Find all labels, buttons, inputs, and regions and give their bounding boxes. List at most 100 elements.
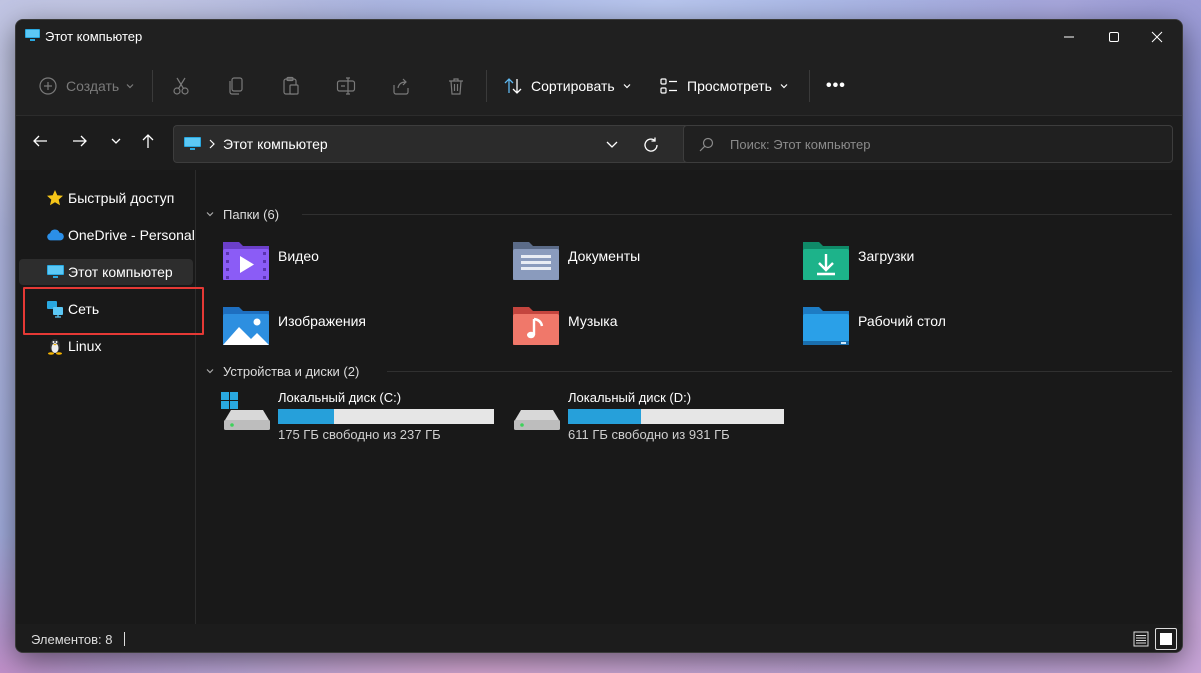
copy-icon (229, 77, 243, 95)
navigation-bar: Этот компьютер Поиск: Этот компьютер (16, 116, 1182, 170)
maximize-button[interactable] (1091, 20, 1137, 54)
sort-label: Сортировать (531, 78, 615, 94)
back-button[interactable] (26, 130, 54, 152)
toolbar-divider (152, 70, 153, 102)
sidebar-item-quick-access[interactable]: Быстрый доступ (19, 185, 193, 211)
sidebar-item-label: Linux (68, 338, 102, 354)
folders-section-header[interactable]: Папки (6) (205, 204, 279, 224)
folder-documents[interactable]: Документы (511, 236, 791, 292)
drive-icon (221, 392, 270, 430)
computer-icon (46, 263, 64, 281)
linux-icon (46, 337, 64, 355)
close-button[interactable] (1134, 20, 1180, 54)
arrow-up-icon (142, 134, 154, 148)
drive-name: Локальный диск (C:) (278, 390, 402, 405)
drive-usage-bar (568, 409, 784, 424)
create-label: Создать (66, 78, 120, 94)
sidebar-item-label: OneDrive - Personal (68, 227, 195, 243)
view-label: Просмотреть (687, 78, 772, 94)
folder-name: Изображения (278, 313, 366, 329)
view-button[interactable]: Просмотреть (659, 71, 789, 101)
view-layout-icon (660, 78, 677, 94)
folder-video[interactable]: Видео (221, 236, 501, 292)
music-folder-icon (513, 307, 559, 345)
drive-usage-fill (568, 409, 642, 424)
recent-locations-button[interactable] (102, 130, 130, 152)
maximize-icon (1109, 32, 1119, 42)
large-icons-view-button[interactable] (1155, 628, 1177, 650)
search-placeholder: Поиск: Этот компьютер (730, 137, 871, 152)
command-bar: Создать Сортировать Просмотреть ••• (16, 54, 1182, 116)
content-pane: Папки (6) Видео Документы Загрузки Изобр… (197, 170, 1182, 624)
search-box[interactable]: Поиск: Этот компьютер (683, 125, 1173, 163)
title-bar[interactable]: Этот компьютер (16, 20, 1182, 54)
refresh-icon[interactable] (642, 136, 660, 154)
section-divider (302, 214, 1172, 215)
status-bar: Элементов: 8 (16, 624, 1182, 652)
cut-button[interactable] (171, 71, 191, 101)
window-title: Этот компьютер (45, 29, 143, 44)
forward-button[interactable] (66, 130, 94, 152)
copy-button[interactable] (226, 71, 246, 101)
delete-button[interactable] (446, 71, 466, 101)
drives-section-header[interactable]: Устройства и диски (2) (205, 361, 359, 381)
details-view-button[interactable] (1131, 629, 1151, 649)
drive-d[interactable]: Локальный диск (D:) 611 ГБ свободно из 9… (511, 390, 791, 450)
status-divider (124, 632, 125, 646)
desktop-folder-icon (803, 307, 849, 345)
delete-icon (449, 78, 463, 95)
chevron-down-icon[interactable] (605, 139, 619, 151)
star-icon (46, 189, 64, 207)
sidebar-item-linux[interactable]: Linux (19, 333, 193, 359)
minimize-button[interactable] (1046, 20, 1092, 54)
drive-free-space: 175 ГБ свободно из 237 ГБ (278, 427, 441, 442)
folder-downloads[interactable]: Загрузки (801, 236, 1081, 292)
computer-icon (184, 137, 201, 150)
sort-icon (504, 78, 522, 94)
cut-icon (173, 77, 189, 95)
chevron-down-icon (206, 369, 214, 374)
sidebar-item-onedrive[interactable]: OneDrive - Personal (19, 222, 195, 248)
folder-name: Видео (278, 248, 319, 264)
sidebar-item-label: Этот компьютер (68, 264, 173, 280)
paste-button[interactable] (281, 71, 301, 101)
search-icon (699, 137, 714, 152)
drive-usage-bar (278, 409, 494, 424)
sidebar-item-this-pc[interactable]: Этот компьютер (19, 259, 193, 285)
sort-button[interactable]: Сортировать (503, 71, 632, 101)
chevron-down-icon (206, 212, 214, 217)
toolbar-divider (809, 70, 810, 102)
explorer-window: Этот компьютер Создать Сортировать Просм… (15, 19, 1183, 653)
more-options-button[interactable]: ••• (826, 71, 846, 101)
drive-icon (514, 410, 560, 430)
more-icon: ••• (826, 77, 846, 94)
arrow-right-icon (73, 135, 87, 147)
downloads-folder-icon (803, 242, 849, 280)
section-divider (387, 371, 1172, 372)
folder-music[interactable]: Музыка (511, 301, 791, 357)
chevron-down-icon (780, 84, 788, 89)
chevron-down-icon (111, 138, 121, 144)
minimize-icon (1064, 36, 1074, 38)
folder-desktop[interactable]: Рабочий стол (801, 301, 1081, 357)
documents-folder-icon (513, 242, 559, 280)
folder-name: Документы (568, 248, 641, 264)
address-bar[interactable]: Этот компьютер (173, 125, 689, 163)
folders-section-title: Папки (6) (223, 206, 280, 222)
up-button[interactable] (134, 130, 162, 152)
share-icon (393, 78, 409, 95)
rename-icon (336, 77, 356, 95)
paste-icon (283, 76, 299, 95)
navigation-pane: Быстрый доступ OneDrive - Personal Этот … (16, 170, 196, 624)
drive-usage-fill (278, 409, 335, 424)
create-button[interactable]: Создать (38, 71, 135, 101)
folder-name: Загрузки (858, 248, 915, 264)
drive-name: Локальный диск (D:) (568, 390, 692, 405)
arrow-left-icon (33, 135, 47, 147)
share-button[interactable] (391, 71, 411, 101)
address-path[interactable]: Этот компьютер (223, 136, 328, 152)
folder-pictures[interactable]: Изображения (221, 301, 501, 357)
folder-name: Рабочий стол (858, 313, 946, 329)
drive-c[interactable]: Локальный диск (C:) 175 ГБ свободно из 2… (221, 390, 501, 450)
rename-button[interactable] (336, 71, 356, 101)
